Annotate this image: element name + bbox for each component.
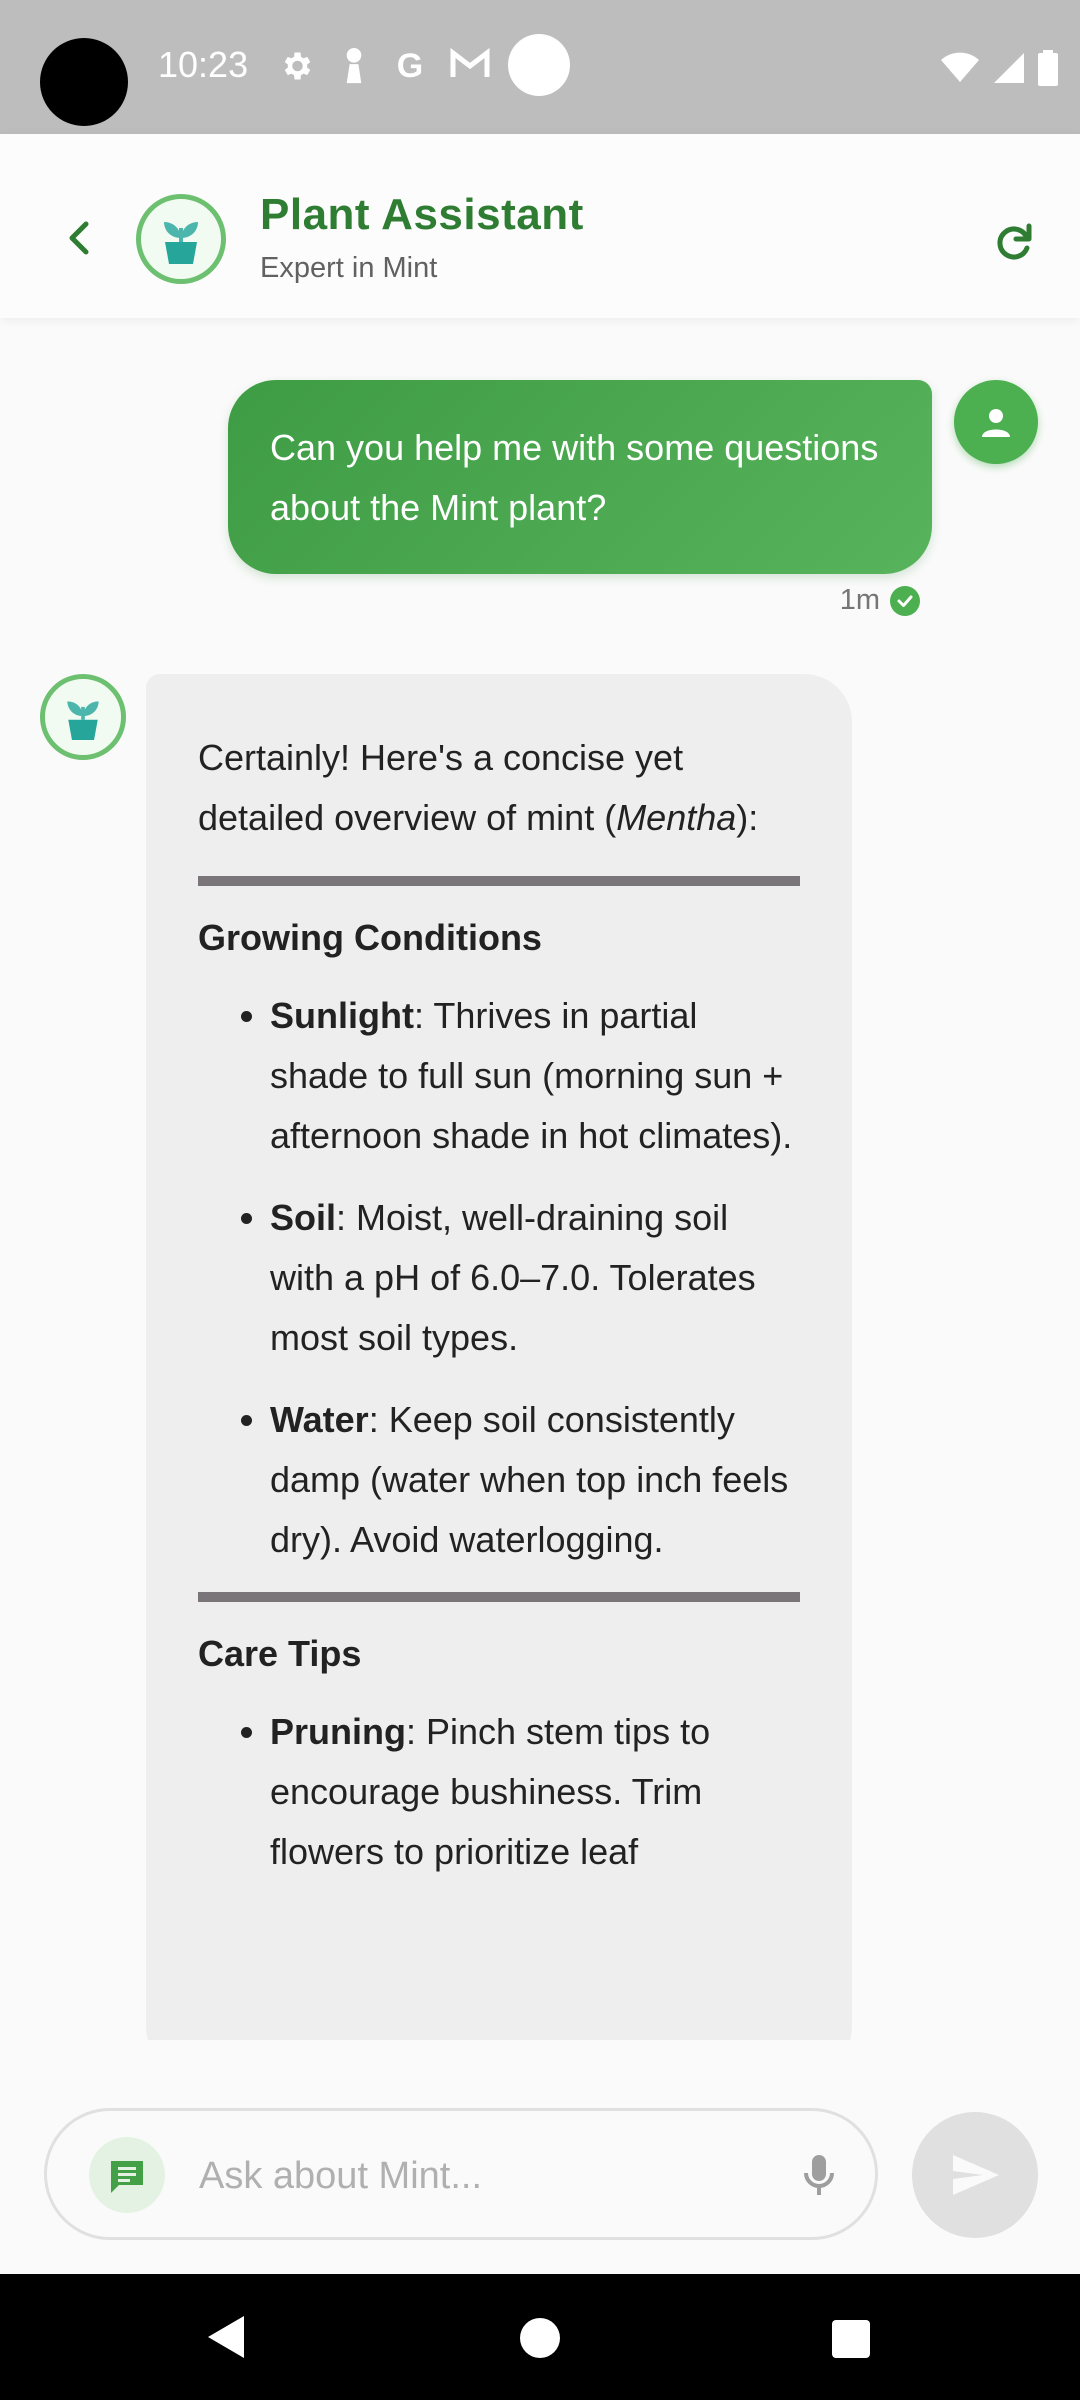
camera-cutout <box>40 38 128 126</box>
list-item: Sunlight: Thrives in partial shade to fu… <box>270 986 800 1166</box>
status-time: 10:23 <box>158 44 249 85</box>
status-icons <box>940 48 1058 88</box>
list-item: Water: Keep soil consistently damp (wate… <box>270 1390 800 1570</box>
chat-icon[interactable] <box>89 2137 165 2213</box>
settings-icon <box>278 48 314 84</box>
bot-message-bubble: Certainly! Here's a concise yet detailed… <box>146 674 852 2040</box>
pawn-icon <box>336 48 372 84</box>
message-time: 1m <box>839 584 880 616</box>
recents-square-icon[interactable] <box>830 2318 872 2360</box>
chevron-left-icon <box>69 221 89 255</box>
message-input-bar <box>44 2108 878 2240</box>
bullet-list: Sunlight: Thrives in partial shade to fu… <box>198 986 800 1570</box>
user-message-text: Can you help me with some questions abou… <box>270 427 879 528</box>
user-avatar <box>954 380 1038 464</box>
plant-pot-icon <box>164 222 198 264</box>
system-nav-bar <box>0 2274 1080 2400</box>
plant-pot-icon <box>67 701 99 740</box>
home-circle-icon[interactable] <box>518 2316 562 2360</box>
send-button[interactable] <box>912 2112 1038 2238</box>
wifi-icon <box>941 52 979 82</box>
message-input[interactable] <box>197 2143 781 2209</box>
list-item: Soil: Moist, well-draining soil with a p… <box>270 1188 800 1368</box>
bullet-list: Pruning: Pinch stem tips to encourage bu… <box>198 1702 800 1882</box>
app-header: Plant Assistant Expert in Mint <box>0 134 1080 318</box>
divider <box>198 1592 800 1602</box>
signal-icon <box>994 53 1024 83</box>
refresh-button[interactable] <box>990 218 1038 266</box>
section-heading: Care Tips <box>198 1633 362 1674</box>
back-button[interactable] <box>56 214 104 262</box>
check-circle-icon <box>890 585 920 616</box>
page-title: Plant Assistant <box>260 190 584 239</box>
notification-dot-icon <box>508 34 570 96</box>
back-triangle-icon[interactable] <box>204 2314 248 2360</box>
bot-intro: Certainly! Here's a concise yet detailed… <box>198 737 759 838</box>
chat-area[interactable]: Can you help me with some questions abou… <box>0 318 1080 2040</box>
section-heading: Growing Conditions <box>198 917 542 958</box>
bot-intro-italic: Mentha <box>616 797 737 838</box>
assistant-avatar <box>136 194 226 284</box>
list-item: Pruning: Pinch stem tips to encourage bu… <box>270 1702 800 1882</box>
message-meta: 1m <box>840 584 920 617</box>
bot-avatar <box>40 674 126 760</box>
person-icon <box>982 409 1010 437</box>
battery-icon <box>1038 50 1058 86</box>
status-bar: 10:23 G <box>0 0 1080 134</box>
send-icon <box>953 2155 999 2195</box>
mic-button[interactable] <box>799 2151 839 2199</box>
google-icon: G <box>396 47 424 85</box>
divider <box>198 876 800 886</box>
page-subtitle: Expert in Mint <box>260 252 438 284</box>
refresh-icon <box>997 223 1032 260</box>
mic-icon <box>804 2155 834 2195</box>
user-message-bubble: Can you help me with some questions abou… <box>228 380 932 574</box>
gmail-icon <box>450 47 490 84</box>
